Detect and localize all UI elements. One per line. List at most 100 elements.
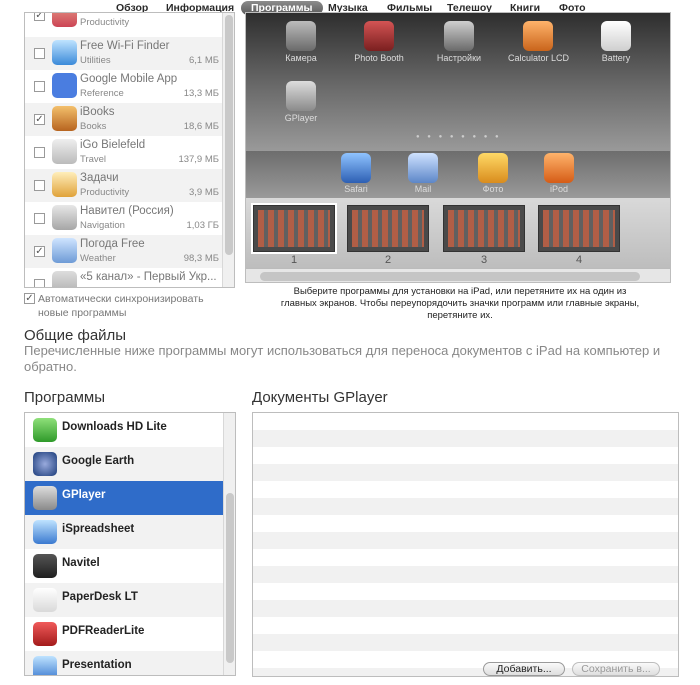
- page-thumbnail[interactable]: [251, 203, 337, 254]
- list-item[interactable]: Navitel: [25, 549, 223, 583]
- camera-icon[interactable]: [286, 21, 316, 51]
- app-name: Погода Free: [80, 238, 145, 250]
- app-row[interactable]: Google Mobile App Reference 13,3 МБ: [25, 70, 223, 103]
- app-name: iGo Bielefeld: [80, 139, 146, 151]
- scroll-thumb[interactable]: [225, 15, 233, 255]
- app-size: 6,1 МБ: [189, 55, 219, 66]
- list-item[interactable]: iSpreadsheet: [25, 515, 223, 549]
- app-row[interactable]: ✓ Погода Free Weather 98,3 МБ: [25, 235, 223, 268]
- scroll-thumb[interactable]: [226, 493, 234, 663]
- app-size: 1,03 ГБ: [186, 220, 219, 231]
- auto-sync[interactable]: ✓ Автоматически синхронизировать новые п…: [24, 292, 214, 320]
- app-category: Weather: [80, 253, 116, 264]
- dock: Safari Mail Фото iPod: [246, 151, 670, 198]
- photo-booth-icon[interactable]: [364, 21, 394, 51]
- app-size: 3,9 МБ: [189, 187, 219, 198]
- app-list[interactable]: ✓ Productivity Free Wi-Fi Finder Utiliti…: [24, 12, 235, 288]
- app-category: Reference: [80, 88, 124, 99]
- app-checkbox[interactable]: [34, 180, 45, 191]
- ibooks-icon: [52, 106, 77, 131]
- page-thumbnail[interactable]: [347, 205, 429, 252]
- page-thumbnail[interactable]: [443, 205, 525, 252]
- list-item[interactable]: PDFReaderLite: [25, 617, 223, 651]
- gplayer-icon: [33, 486, 57, 510]
- app-category: Productivity: [80, 17, 130, 28]
- list-item[interactable]: PaperDesk LT: [25, 583, 223, 617]
- gplayer-icon[interactable]: [286, 81, 316, 111]
- app-row[interactable]: Free Wi-Fi Finder Utilities 6,1 МБ: [25, 37, 223, 70]
- icon-label: Камера: [285, 53, 317, 63]
- scroll-thumb[interactable]: [260, 272, 640, 281]
- auto-sync-checkbox[interactable]: ✓: [24, 293, 35, 304]
- ipad-preview[interactable]: Камера Photo Booth Настройки Calculator …: [245, 12, 671, 283]
- app-icon: [52, 271, 77, 287]
- globe-icon: [33, 452, 57, 476]
- photos-icon[interactable]: [478, 153, 508, 183]
- ipod-icon[interactable]: [544, 153, 574, 183]
- app-size: 137,9 МБ: [178, 154, 219, 165]
- mail-icon[interactable]: [408, 153, 438, 183]
- pages-scrollbar[interactable]: [246, 268, 670, 282]
- app-name: Задачи: [80, 172, 119, 184]
- app-checkbox[interactable]: [34, 81, 45, 92]
- pdf-icon: [33, 622, 57, 646]
- apps-header: Программы: [24, 389, 106, 406]
- apps-list-scrollbar[interactable]: [223, 413, 235, 675]
- app-checkbox[interactable]: ✓: [34, 114, 45, 125]
- file-sharing-apps-list[interactable]: Downloads HD Lite Google Earth GPlayer i…: [24, 412, 236, 676]
- safari-icon[interactable]: [341, 153, 371, 183]
- icon-label: Photo Booth: [354, 53, 404, 63]
- app-list-scrollbar[interactable]: [222, 13, 234, 287]
- app-size: 18,6 МБ: [183, 121, 219, 132]
- app-name: Navitel: [62, 557, 100, 569]
- navitel-icon: [33, 554, 57, 578]
- icon-label: Safari: [344, 184, 368, 194]
- app-name: Free Wi-Fi Finder: [80, 40, 170, 52]
- page-number: 4: [575, 254, 583, 266]
- list-item[interactable]: Google Earth: [25, 447, 223, 481]
- app-checkbox[interactable]: ✓: [34, 246, 45, 257]
- auto-sync-label: Автоматически синхронизировать новые про…: [38, 293, 204, 319]
- app-row[interactable]: ✓ Productivity: [25, 13, 223, 32]
- app-checkbox[interactable]: [34, 279, 45, 287]
- icon-label: Настройки: [436, 53, 482, 63]
- calculator-icon[interactable]: [523, 21, 553, 51]
- tasks-icon: [52, 172, 77, 197]
- app-row[interactable]: iGo Bielefeld Travel 137,9 МБ: [25, 136, 223, 169]
- app-checkbox[interactable]: ✓: [34, 13, 45, 21]
- app-name: Навител (Россия): [80, 205, 174, 217]
- app-checkbox[interactable]: [34, 147, 45, 158]
- app-category: Utilities: [80, 55, 111, 66]
- list-item[interactable]: Presentation: [25, 651, 223, 675]
- app-checkbox[interactable]: [34, 48, 45, 59]
- spreadsheet-icon: [33, 520, 57, 544]
- save-to-button[interactable]: Сохранить в...: [572, 662, 660, 676]
- app-name: GPlayer: [62, 489, 106, 501]
- page-thumbnail[interactable]: [538, 205, 620, 252]
- app-size: 13,3 МБ: [183, 88, 219, 99]
- page-dots: ● ● ● ● ● ● ● ●: [416, 134, 502, 140]
- icon-label: Mail: [414, 184, 432, 194]
- page-number: 1: [290, 254, 298, 266]
- app-name: PDFReaderLite: [62, 625, 145, 637]
- battery-icon[interactable]: [601, 21, 631, 51]
- igo-icon: [52, 139, 77, 164]
- list-item[interactable]: Downloads HD Lite: [25, 413, 223, 447]
- app-row[interactable]: Навител (Россия) Navigation 1,03 ГБ: [25, 202, 223, 235]
- home-screen[interactable]: Камера Photo Booth Настройки Calculator …: [246, 13, 670, 198]
- app-checkbox[interactable]: [34, 213, 45, 224]
- list-item[interactable]: GPlayer: [25, 481, 223, 515]
- app-row[interactable]: Задачи Productivity 3,9 МБ: [25, 169, 223, 202]
- settings-icon[interactable]: [444, 21, 474, 51]
- app-name: Google Mobile App: [80, 73, 178, 85]
- home-screen-pages[interactable]: 1 2 3 4: [246, 198, 670, 268]
- app-row[interactable]: «5 канал» - Первый Укр...: [25, 268, 223, 287]
- page-number: 2: [384, 254, 392, 266]
- app-category: Books: [80, 121, 107, 132]
- wifi-finder-icon: [52, 40, 77, 65]
- add-button[interactable]: Добавить...: [483, 662, 565, 676]
- google-icon: [52, 73, 77, 98]
- app-category: Travel: [80, 154, 107, 165]
- app-row[interactable]: ✓ iBooks Books 18,6 МБ: [25, 103, 223, 136]
- documents-list[interactable]: [252, 412, 679, 677]
